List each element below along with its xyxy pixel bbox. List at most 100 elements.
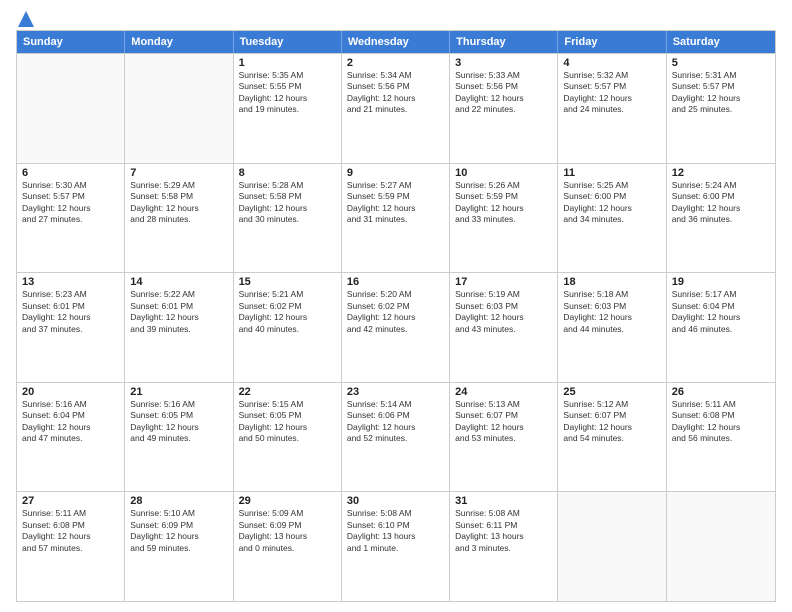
day-cell-empty-w0-d1 bbox=[125, 54, 233, 163]
day-number: 27 bbox=[22, 495, 119, 507]
day-cell-11-w1-d5: 11Sunrise: 5:25 AM Sunset: 6:00 PM Dayli… bbox=[558, 164, 666, 273]
day-cell-17-w2-d4: 17Sunrise: 5:19 AM Sunset: 6:03 PM Dayli… bbox=[450, 273, 558, 382]
week-row-2: 6Sunrise: 5:30 AM Sunset: 5:57 PM Daylig… bbox=[17, 163, 775, 273]
day-cell-25-w3-d5: 25Sunrise: 5:12 AM Sunset: 6:07 PM Dayli… bbox=[558, 383, 666, 492]
day-number: 20 bbox=[22, 386, 119, 398]
day-info: Sunrise: 5:10 AM Sunset: 6:09 PM Dayligh… bbox=[130, 508, 227, 554]
header-sunday: Sunday bbox=[17, 31, 125, 53]
day-info: Sunrise: 5:24 AM Sunset: 6:00 PM Dayligh… bbox=[672, 180, 770, 226]
day-number: 9 bbox=[347, 167, 444, 179]
day-cell-3-w0-d4: 3Sunrise: 5:33 AM Sunset: 5:56 PM Daylig… bbox=[450, 54, 558, 163]
logo-triangle-icon bbox=[17, 10, 35, 28]
day-cell-empty-w4-d5 bbox=[558, 492, 666, 601]
day-info: Sunrise: 5:30 AM Sunset: 5:57 PM Dayligh… bbox=[22, 180, 119, 226]
day-info: Sunrise: 5:13 AM Sunset: 6:07 PM Dayligh… bbox=[455, 399, 552, 445]
day-info: Sunrise: 5:17 AM Sunset: 6:04 PM Dayligh… bbox=[672, 289, 770, 335]
day-info: Sunrise: 5:27 AM Sunset: 5:59 PM Dayligh… bbox=[347, 180, 444, 226]
day-number: 22 bbox=[239, 386, 336, 398]
day-cell-28-w4-d1: 28Sunrise: 5:10 AM Sunset: 6:09 PM Dayli… bbox=[125, 492, 233, 601]
week-row-4: 20Sunrise: 5:16 AM Sunset: 6:04 PM Dayli… bbox=[17, 382, 775, 492]
day-cell-21-w3-d1: 21Sunrise: 5:16 AM Sunset: 6:05 PM Dayli… bbox=[125, 383, 233, 492]
day-info: Sunrise: 5:11 AM Sunset: 6:08 PM Dayligh… bbox=[672, 399, 770, 445]
day-info: Sunrise: 5:32 AM Sunset: 5:57 PM Dayligh… bbox=[563, 70, 660, 116]
calendar-header: Sunday Monday Tuesday Wednesday Thursday… bbox=[17, 31, 775, 53]
day-number: 29 bbox=[239, 495, 336, 507]
day-info: Sunrise: 5:34 AM Sunset: 5:56 PM Dayligh… bbox=[347, 70, 444, 116]
day-number: 5 bbox=[672, 57, 770, 69]
day-number: 15 bbox=[239, 276, 336, 288]
day-cell-7-w1-d1: 7Sunrise: 5:29 AM Sunset: 5:58 PM Daylig… bbox=[125, 164, 233, 273]
day-cell-12-w1-d6: 12Sunrise: 5:24 AM Sunset: 6:00 PM Dayli… bbox=[667, 164, 775, 273]
day-number: 18 bbox=[563, 276, 660, 288]
day-cell-empty-w4-d6 bbox=[667, 492, 775, 601]
day-info: Sunrise: 5:29 AM Sunset: 5:58 PM Dayligh… bbox=[130, 180, 227, 226]
day-cell-19-w2-d6: 19Sunrise: 5:17 AM Sunset: 6:04 PM Dayli… bbox=[667, 273, 775, 382]
day-cell-15-w2-d2: 15Sunrise: 5:21 AM Sunset: 6:02 PM Dayli… bbox=[234, 273, 342, 382]
day-cell-13-w2-d0: 13Sunrise: 5:23 AM Sunset: 6:01 PM Dayli… bbox=[17, 273, 125, 382]
day-cell-14-w2-d1: 14Sunrise: 5:22 AM Sunset: 6:01 PM Dayli… bbox=[125, 273, 233, 382]
day-cell-30-w4-d3: 30Sunrise: 5:08 AM Sunset: 6:10 PM Dayli… bbox=[342, 492, 450, 601]
week-row-3: 13Sunrise: 5:23 AM Sunset: 6:01 PM Dayli… bbox=[17, 272, 775, 382]
day-number: 31 bbox=[455, 495, 552, 507]
day-cell-27-w4-d0: 27Sunrise: 5:11 AM Sunset: 6:08 PM Dayli… bbox=[17, 492, 125, 601]
day-info: Sunrise: 5:11 AM Sunset: 6:08 PM Dayligh… bbox=[22, 508, 119, 554]
day-cell-6-w1-d0: 6Sunrise: 5:30 AM Sunset: 5:57 PM Daylig… bbox=[17, 164, 125, 273]
day-number: 17 bbox=[455, 276, 552, 288]
day-info: Sunrise: 5:28 AM Sunset: 5:58 PM Dayligh… bbox=[239, 180, 336, 226]
week-row-5: 27Sunrise: 5:11 AM Sunset: 6:08 PM Dayli… bbox=[17, 491, 775, 601]
header-tuesday: Tuesday bbox=[234, 31, 342, 53]
day-cell-4-w0-d5: 4Sunrise: 5:32 AM Sunset: 5:57 PM Daylig… bbox=[558, 54, 666, 163]
day-number: 28 bbox=[130, 495, 227, 507]
day-info: Sunrise: 5:09 AM Sunset: 6:09 PM Dayligh… bbox=[239, 508, 336, 554]
header-friday: Friday bbox=[558, 31, 666, 53]
day-number: 6 bbox=[22, 167, 119, 179]
day-info: Sunrise: 5:35 AM Sunset: 5:55 PM Dayligh… bbox=[239, 70, 336, 116]
day-cell-23-w3-d3: 23Sunrise: 5:14 AM Sunset: 6:06 PM Dayli… bbox=[342, 383, 450, 492]
day-number: 13 bbox=[22, 276, 119, 288]
logo-text bbox=[16, 12, 36, 28]
day-cell-22-w3-d2: 22Sunrise: 5:15 AM Sunset: 6:05 PM Dayli… bbox=[234, 383, 342, 492]
header-thursday: Thursday bbox=[450, 31, 558, 53]
header bbox=[16, 12, 776, 24]
day-cell-16-w2-d3: 16Sunrise: 5:20 AM Sunset: 6:02 PM Dayli… bbox=[342, 273, 450, 382]
day-info: Sunrise: 5:12 AM Sunset: 6:07 PM Dayligh… bbox=[563, 399, 660, 445]
day-cell-18-w2-d5: 18Sunrise: 5:18 AM Sunset: 6:03 PM Dayli… bbox=[558, 273, 666, 382]
day-cell-24-w3-d4: 24Sunrise: 5:13 AM Sunset: 6:07 PM Dayli… bbox=[450, 383, 558, 492]
day-cell-10-w1-d4: 10Sunrise: 5:26 AM Sunset: 5:59 PM Dayli… bbox=[450, 164, 558, 273]
day-number: 19 bbox=[672, 276, 770, 288]
day-cell-1-w0-d2: 1Sunrise: 5:35 AM Sunset: 5:55 PM Daylig… bbox=[234, 54, 342, 163]
day-number: 25 bbox=[563, 386, 660, 398]
day-info: Sunrise: 5:20 AM Sunset: 6:02 PM Dayligh… bbox=[347, 289, 444, 335]
day-cell-2-w0-d3: 2Sunrise: 5:34 AM Sunset: 5:56 PM Daylig… bbox=[342, 54, 450, 163]
day-number: 4 bbox=[563, 57, 660, 69]
week-row-1: 1Sunrise: 5:35 AM Sunset: 5:55 PM Daylig… bbox=[17, 53, 775, 163]
day-number: 2 bbox=[347, 57, 444, 69]
day-cell-5-w0-d6: 5Sunrise: 5:31 AM Sunset: 5:57 PM Daylig… bbox=[667, 54, 775, 163]
day-info: Sunrise: 5:08 AM Sunset: 6:11 PM Dayligh… bbox=[455, 508, 552, 554]
day-number: 24 bbox=[455, 386, 552, 398]
page: Sunday Monday Tuesday Wednesday Thursday… bbox=[0, 0, 792, 612]
day-number: 12 bbox=[672, 167, 770, 179]
day-number: 3 bbox=[455, 57, 552, 69]
day-cell-empty-w0-d0 bbox=[17, 54, 125, 163]
day-number: 30 bbox=[347, 495, 444, 507]
day-cell-20-w3-d0: 20Sunrise: 5:16 AM Sunset: 6:04 PM Dayli… bbox=[17, 383, 125, 492]
day-number: 26 bbox=[672, 386, 770, 398]
day-info: Sunrise: 5:31 AM Sunset: 5:57 PM Dayligh… bbox=[672, 70, 770, 116]
day-info: Sunrise: 5:22 AM Sunset: 6:01 PM Dayligh… bbox=[130, 289, 227, 335]
day-info: Sunrise: 5:23 AM Sunset: 6:01 PM Dayligh… bbox=[22, 289, 119, 335]
day-cell-9-w1-d3: 9Sunrise: 5:27 AM Sunset: 5:59 PM Daylig… bbox=[342, 164, 450, 273]
logo bbox=[16, 12, 36, 24]
day-cell-26-w3-d6: 26Sunrise: 5:11 AM Sunset: 6:08 PM Dayli… bbox=[667, 383, 775, 492]
day-info: Sunrise: 5:15 AM Sunset: 6:05 PM Dayligh… bbox=[239, 399, 336, 445]
day-info: Sunrise: 5:14 AM Sunset: 6:06 PM Dayligh… bbox=[347, 399, 444, 445]
header-monday: Monday bbox=[125, 31, 233, 53]
day-number: 8 bbox=[239, 167, 336, 179]
day-info: Sunrise: 5:16 AM Sunset: 6:04 PM Dayligh… bbox=[22, 399, 119, 445]
calendar-body: 1Sunrise: 5:35 AM Sunset: 5:55 PM Daylig… bbox=[17, 53, 775, 601]
day-info: Sunrise: 5:18 AM Sunset: 6:03 PM Dayligh… bbox=[563, 289, 660, 335]
day-number: 21 bbox=[130, 386, 227, 398]
day-number: 16 bbox=[347, 276, 444, 288]
day-number: 14 bbox=[130, 276, 227, 288]
day-info: Sunrise: 5:19 AM Sunset: 6:03 PM Dayligh… bbox=[455, 289, 552, 335]
